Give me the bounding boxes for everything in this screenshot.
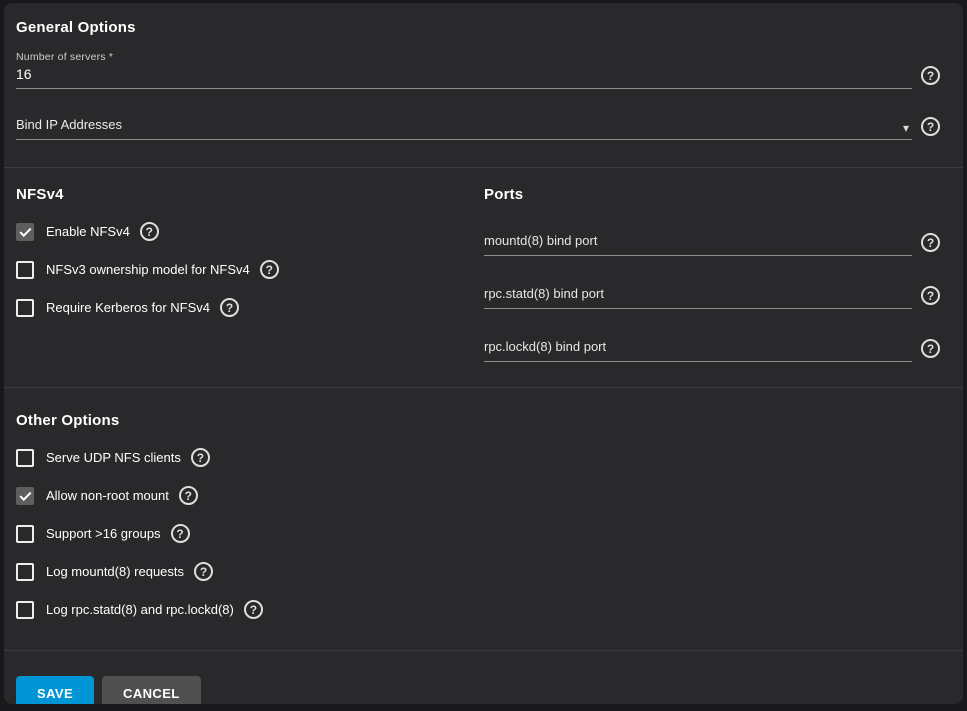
enable-nfsv4-checkbox[interactable] (16, 223, 34, 241)
number-of-servers-label: Number of servers * (16, 51, 912, 63)
help-icon[interactable]: ? (194, 562, 213, 581)
section-other-options: Other Options Serve UDP NFS clients ? Al… (4, 388, 963, 650)
save-button[interactable]: SAVE (16, 676, 94, 704)
help-icon[interactable]: ? (191, 448, 210, 467)
general-options-title: General Options (16, 19, 940, 36)
checkbox-row-support-groups: Support >16 groups ? (16, 524, 940, 543)
ports-column: Ports ? ? ? (484, 186, 940, 362)
bind-ip-select[interactable]: Bind IP Addresses ▾ (16, 117, 912, 140)
checkbox-row-allow-nonroot: Allow non-root mount ? (16, 486, 940, 505)
checkbox-row-log-statd-lockd: Log rpc.statd(8) and rpc.lockd(8) ? (16, 600, 940, 619)
checkbox-label: Log mountd(8) requests (46, 564, 184, 579)
allow-nonroot-checkbox[interactable] (16, 487, 34, 505)
nfs-config-form: General Options Number of servers * ? Bi… (4, 3, 963, 704)
help-icon[interactable]: ? (171, 524, 190, 543)
statd-port-input[interactable] (484, 283, 912, 308)
checkbox-row-log-mountd: Log mountd(8) requests ? (16, 562, 940, 581)
checkbox-row-nfsv3-ownership: NFSv3 ownership model for NFSv4 ? (16, 260, 484, 279)
bind-ip-label: Bind IP Addresses (16, 117, 122, 139)
help-icon[interactable]: ? (921, 339, 940, 358)
chevron-down-icon: ▾ (903, 122, 912, 139)
lockd-port-row: ? (484, 336, 940, 362)
help-icon[interactable]: ? (921, 286, 940, 305)
nfsv4-column: NFSv4 Enable NFSv4 ? NFSv3 ownership mod… (16, 186, 484, 362)
serve-udp-checkbox[interactable] (16, 449, 34, 467)
number-of-servers-row: Number of servers * ? (16, 51, 940, 89)
statd-port-fieldarea (484, 283, 912, 309)
section-general-options: General Options Number of servers * ? Bi… (4, 3, 963, 167)
number-of-servers-fieldarea: Number of servers * (16, 51, 912, 89)
bind-ip-row: Bind IP Addresses ▾ ? (16, 117, 940, 140)
help-icon[interactable]: ? (921, 233, 940, 252)
checkbox-label: Log rpc.statd(8) and rpc.lockd(8) (46, 602, 234, 617)
checkbox-label: Support >16 groups (46, 526, 161, 541)
checkbox-label: NFSv3 ownership model for NFSv4 (46, 262, 250, 277)
other-options-title: Other Options (16, 412, 940, 429)
checkbox-label: Require Kerberos for NFSv4 (46, 300, 210, 315)
mountd-port-row: ? (484, 230, 940, 256)
help-icon[interactable]: ? (921, 117, 940, 136)
checkbox-row-require-kerberos: Require Kerberos for NFSv4 ? (16, 298, 484, 317)
help-icon[interactable]: ? (244, 600, 263, 619)
support-groups-checkbox[interactable] (16, 525, 34, 543)
checkbox-row-serve-udp: Serve UDP NFS clients ? (16, 448, 940, 467)
number-of-servers-input[interactable] (16, 63, 912, 88)
form-actions: SAVE CANCEL (4, 651, 963, 704)
log-mountd-checkbox[interactable] (16, 563, 34, 581)
cancel-button[interactable]: CANCEL (102, 676, 201, 704)
help-icon[interactable]: ? (220, 298, 239, 317)
section-nfsv4-ports: NFSv4 Enable NFSv4 ? NFSv3 ownership mod… (4, 168, 963, 387)
checkbox-label: Allow non-root mount (46, 488, 169, 503)
mountd-port-input[interactable] (484, 230, 912, 255)
checkbox-row-enable-nfsv4: Enable NFSv4 ? (16, 222, 484, 241)
nfsv3-ownership-checkbox[interactable] (16, 261, 34, 279)
statd-port-row: ? (484, 283, 940, 309)
mountd-port-fieldarea (484, 230, 912, 256)
help-icon[interactable]: ? (140, 222, 159, 241)
checkbox-label: Enable NFSv4 (46, 224, 130, 239)
checkbox-label: Serve UDP NFS clients (46, 450, 181, 465)
help-icon[interactable]: ? (179, 486, 198, 505)
lockd-port-fieldarea (484, 336, 912, 362)
help-icon[interactable]: ? (260, 260, 279, 279)
require-kerberos-checkbox[interactable] (16, 299, 34, 317)
ports-title: Ports (484, 186, 940, 203)
lockd-port-input[interactable] (484, 336, 912, 361)
help-icon[interactable]: ? (921, 66, 940, 85)
log-statd-lockd-checkbox[interactable] (16, 601, 34, 619)
nfsv4-title: NFSv4 (16, 186, 484, 203)
